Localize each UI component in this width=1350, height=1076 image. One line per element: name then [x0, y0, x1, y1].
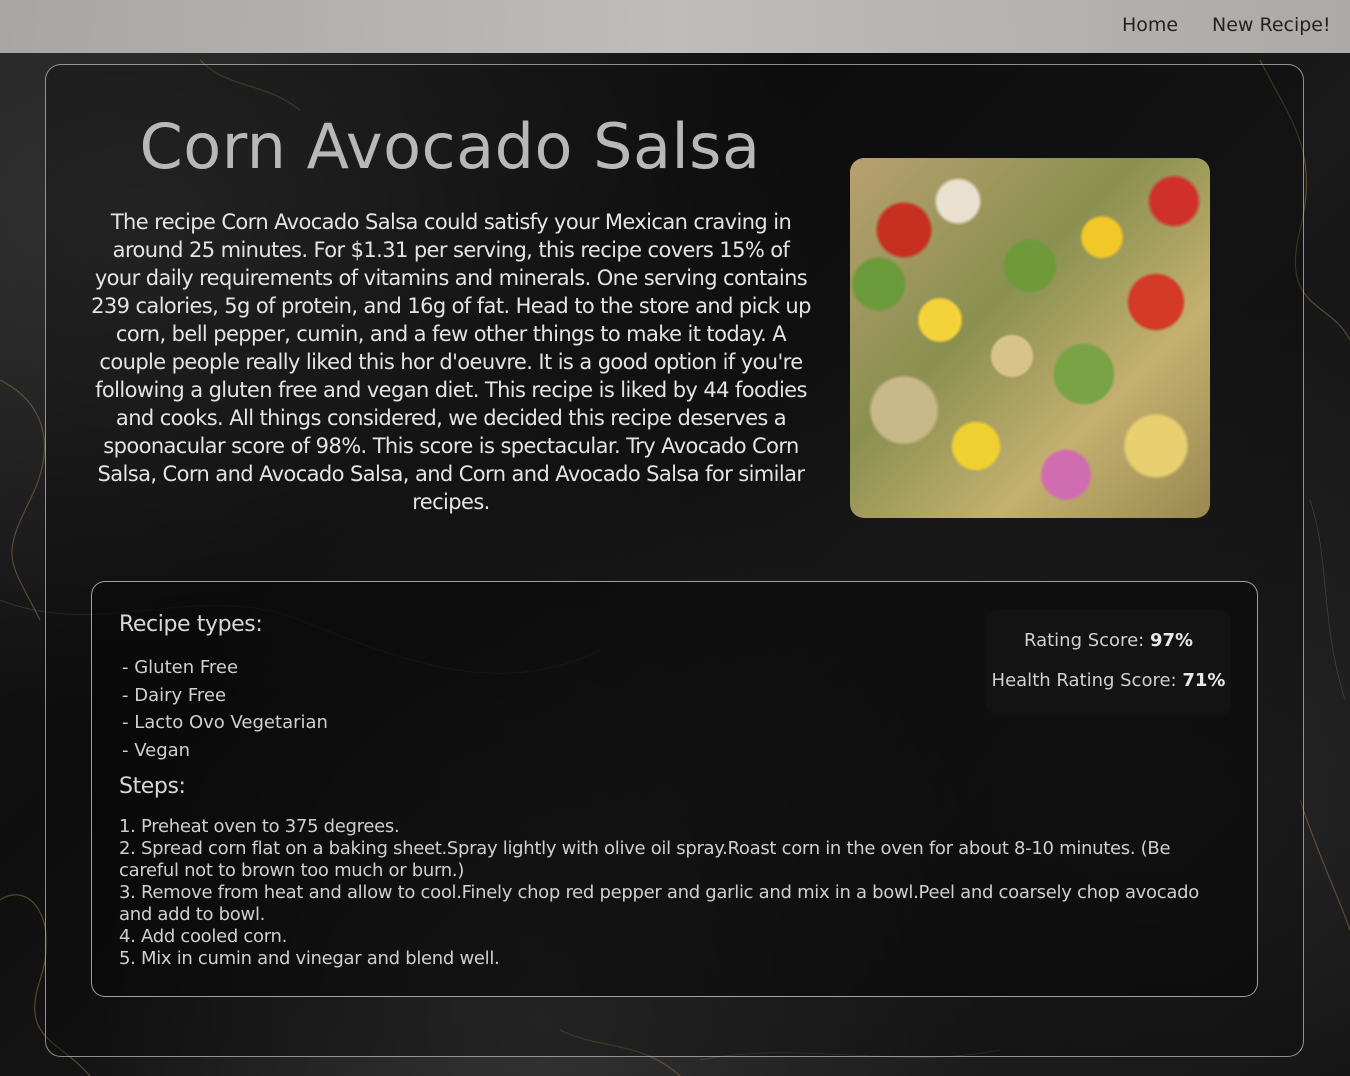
recipe-type-item: - Vegan [122, 740, 191, 762]
recipe-details-panel: Recipe types: - Gluten Free - Dairy Free… [91, 581, 1258, 997]
step-item: 1. Preheat oven to 375 degrees. [119, 816, 400, 837]
rating-score-label: Rating Score: [1023, 630, 1150, 651]
health-score-label: Health Rating Score: [991, 670, 1183, 691]
scores-box: Rating Score: 97% Health Rating Score: 7… [986, 610, 1231, 716]
nav-new-recipe-link[interactable]: New Recipe! [1212, 14, 1331, 36]
health-score-value: 71% [1182, 670, 1226, 691]
recipe-type-item: - Dairy Free [122, 684, 227, 706]
step-item: 3. Remove from heat and allow to cool.Fi… [119, 882, 1199, 925]
step-item: 2. Spread corn flat on a baking sheet.Sp… [119, 838, 1171, 881]
health-rating-score: Health Rating Score: 71% [986, 670, 1231, 691]
step-item: 4. Add cooled corn. [119, 926, 288, 947]
recipe-photo [850, 158, 1210, 518]
recipe-type-item: - Lacto Ovo Vegetarian [122, 712, 328, 734]
steps-heading: Steps: [119, 774, 186, 799]
nav-home-link[interactable]: Home [1122, 14, 1178, 36]
recipe-type-item: - Gluten Free [122, 657, 239, 678]
rating-score-value: 97% [1149, 630, 1194, 651]
recipe-types-heading: Recipe types: [119, 612, 263, 637]
top-navbar: Home New Recipe! [0, 0, 1350, 53]
recipe-title: Corn Avocado Salsa [139, 110, 761, 183]
step-item: 5. Mix in cumin and vinegar and blend we… [119, 948, 500, 969]
rating-score: Rating Score: 97% [986, 630, 1231, 651]
steps-list: 1. Preheat oven to 375 degrees. 2. Sprea… [119, 816, 1229, 970]
recipe-summary: The recipe Corn Avocado Salsa could sati… [91, 210, 811, 514]
recipe-types-list: - Gluten Free - Dairy Free - Lacto Ovo V… [122, 654, 328, 765]
